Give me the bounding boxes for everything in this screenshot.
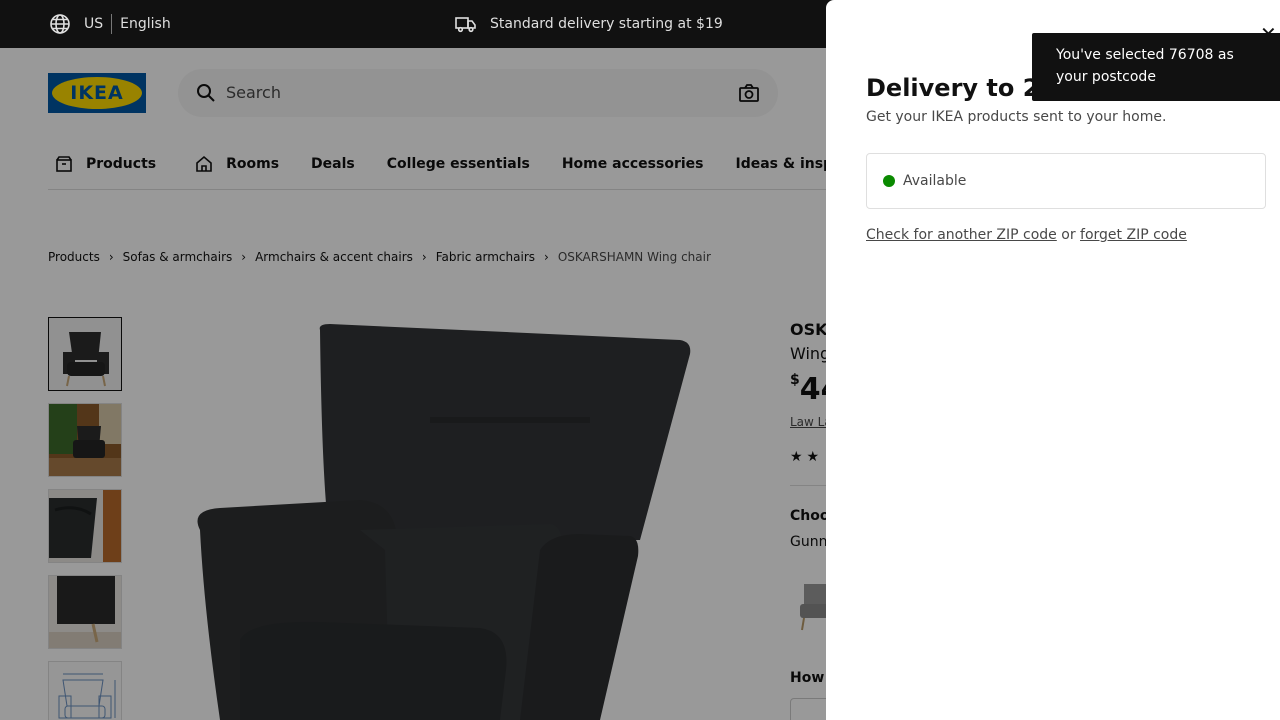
- globe-icon: [48, 12, 72, 36]
- panel-title: Delivery to 22: [866, 74, 1057, 102]
- status-dot-icon: [883, 175, 895, 187]
- country-label[interactable]: US: [84, 16, 103, 32]
- availability-status: Available: [866, 153, 1266, 209]
- language-label[interactable]: English: [120, 16, 171, 32]
- postcode-toast: You've selected 76708 as your postcode: [1032, 33, 1280, 101]
- divider: [111, 14, 113, 34]
- truck-icon: [454, 12, 478, 36]
- delivery-banner[interactable]: Standard delivery starting at $19: [454, 12, 723, 36]
- or-text: or: [1061, 227, 1076, 243]
- delivery-panel: [826, 0, 1280, 720]
- check-another-zip-link[interactable]: Check for another ZIP code: [866, 227, 1057, 243]
- zip-links: Check for another ZIP code or forget ZIP…: [866, 227, 1187, 243]
- delivery-text: Standard delivery starting at $19: [490, 16, 723, 32]
- availability-text: Available: [903, 173, 967, 189]
- locale-selector[interactable]: US English: [48, 12, 171, 36]
- panel-subtitle: Get your IKEA products sent to your home…: [866, 109, 1167, 125]
- forget-zip-link[interactable]: forget ZIP code: [1080, 227, 1187, 243]
